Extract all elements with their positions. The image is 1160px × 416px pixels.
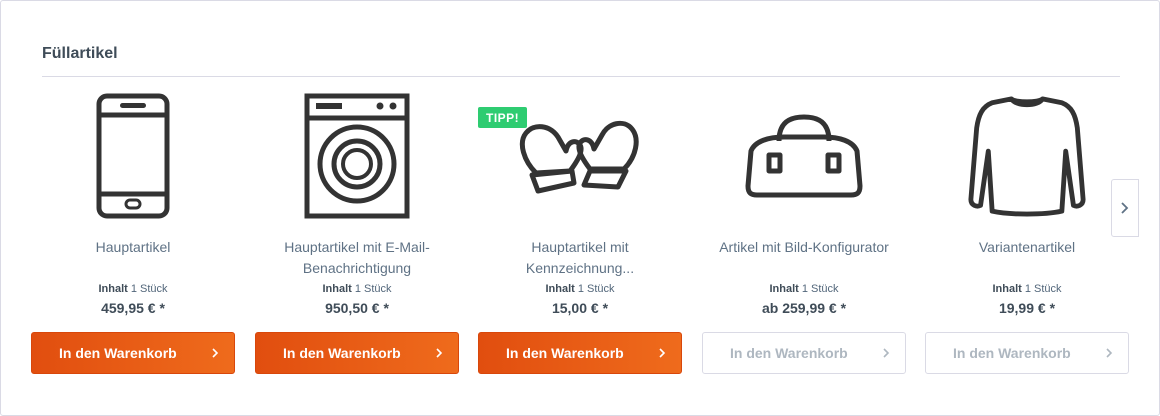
product-name-link[interactable]: Hauptartikel mit Kennzeichnung... bbox=[478, 237, 682, 279]
product-unit: Inhalt 1 Stück bbox=[925, 283, 1129, 295]
chevron-right-icon bbox=[1106, 348, 1113, 358]
unit-value: 1 Stück bbox=[801, 283, 839, 295]
unit-label: Inhalt bbox=[98, 283, 128, 295]
unit-label: Inhalt bbox=[545, 283, 575, 295]
product-name-link[interactable]: Hauptartikel mit E-Mail-Benachrichtigung bbox=[255, 237, 459, 279]
add-to-cart-button[interactable]: In den Warenkorb bbox=[31, 332, 235, 374]
product-image-link[interactable] bbox=[967, 91, 1087, 221]
slider-next-button[interactable] bbox=[1111, 179, 1139, 237]
unit-label: Inhalt bbox=[769, 283, 799, 295]
chevron-right-icon bbox=[883, 348, 890, 358]
slider-title: Füllartikel bbox=[42, 45, 118, 62]
chevron-right-icon bbox=[1121, 202, 1129, 214]
washing-machine-icon bbox=[304, 93, 410, 219]
add-to-cart-button[interactable]: In den Warenkorb bbox=[478, 332, 682, 374]
product-price: ab 259,99 € * bbox=[761, 300, 847, 316]
product-box: Hauptartikel Inhalt 1 Stück 459,95 € * I… bbox=[31, 87, 235, 377]
product-name-link[interactable]: Artikel mit Bild-Konfigurator bbox=[702, 237, 906, 258]
product-box: Artikel mit Bild-Konfigurator Inhalt 1 S… bbox=[702, 87, 906, 377]
unit-value: 1 Stück bbox=[577, 283, 615, 295]
product-box: Variantenartikel Inhalt 1 Stück 19,99 € … bbox=[925, 87, 1129, 377]
product-unit: Inhalt 1 Stück bbox=[702, 283, 906, 295]
longsleeve-shirt-icon bbox=[968, 96, 1086, 217]
add-to-cart-button[interactable]: In den Warenkorb bbox=[702, 332, 906, 374]
add-to-cart-label: In den Warenkorb bbox=[283, 345, 401, 361]
smartphone-icon bbox=[96, 93, 170, 219]
add-to-cart-button[interactable]: In den Warenkorb bbox=[255, 332, 459, 374]
product-unit: Inhalt 1 Stück bbox=[31, 283, 235, 295]
unit-label: Inhalt bbox=[322, 283, 352, 295]
unit-value: 1 Stück bbox=[354, 283, 392, 295]
bag-icon bbox=[745, 114, 863, 198]
add-to-cart-label: In den Warenkorb bbox=[59, 345, 177, 361]
product-image-link[interactable] bbox=[514, 91, 646, 221]
add-to-cart-label: In den Warenkorb bbox=[506, 345, 624, 361]
product-box: Hauptartikel mit E-Mail-Benachrichtigung… bbox=[255, 87, 459, 377]
add-to-cart-label: In den Warenkorb bbox=[953, 345, 1071, 361]
product-image-link[interactable] bbox=[297, 91, 417, 221]
chevron-right-icon bbox=[659, 348, 666, 358]
product-slider-panel: Füllartikel Hauptartikel Inhalt 1 Stück … bbox=[0, 0, 1160, 416]
product-image-link[interactable] bbox=[734, 91, 874, 221]
unit-value: 1 Stück bbox=[130, 283, 168, 295]
product-image-link[interactable] bbox=[73, 91, 193, 221]
product-unit: Inhalt 1 Stück bbox=[255, 283, 459, 295]
add-to-cart-button[interactable]: In den Warenkorb bbox=[925, 332, 1129, 374]
product-price: 15,00 € * bbox=[551, 300, 609, 316]
chevron-right-icon bbox=[212, 348, 219, 358]
product-name-link[interactable]: Variantenartikel bbox=[925, 237, 1129, 258]
product-box: TIPP! Hauptartikel mit Kennzeichnung... … bbox=[478, 87, 682, 377]
unit-value: 1 Stück bbox=[1024, 283, 1062, 295]
tip-badge: TIPP! bbox=[478, 107, 528, 128]
chevron-right-icon bbox=[436, 348, 443, 358]
title-divider bbox=[42, 76, 1120, 77]
unit-label: Inhalt bbox=[992, 283, 1022, 295]
product-price: 950,50 € * bbox=[325, 300, 389, 316]
product-unit: Inhalt 1 Stück bbox=[478, 283, 682, 295]
mittens-icon bbox=[519, 120, 639, 194]
add-to-cart-label: In den Warenkorb bbox=[730, 345, 848, 361]
product-price: 459,95 € * bbox=[101, 300, 165, 316]
product-price: 19,99 € * bbox=[998, 300, 1056, 316]
product-name-link[interactable]: Hauptartikel bbox=[31, 237, 235, 258]
